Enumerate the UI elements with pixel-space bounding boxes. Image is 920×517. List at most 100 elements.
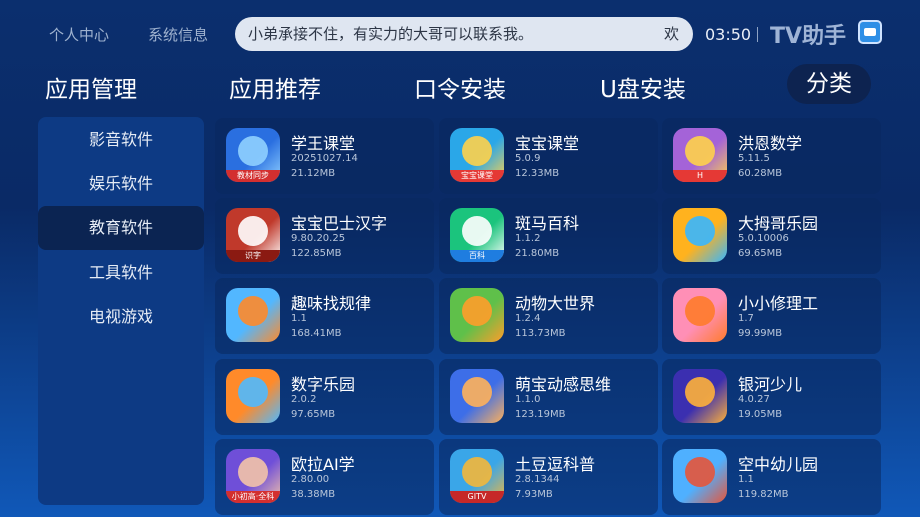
icon-badge-text: 小初高·全科 (226, 491, 280, 503)
icon-badge-text: GITV (450, 491, 504, 503)
lion-icon (450, 288, 504, 342)
app-name: 趣味找规律 (291, 294, 372, 313)
app-name: 数字乐园 (291, 375, 356, 394)
app-size: 12.33MB (515, 168, 560, 179)
sidebar-item-tv-games[interactable]: 电视游戏 (38, 295, 204, 339)
app-version: 1.1 (738, 474, 754, 485)
app-version: 5.0.10006 (738, 233, 789, 244)
top-bar: 个人中心 系统信息 小弟承接不住，有实力的大哥可以联系我。 欢 03:50 TV… (0, 0, 920, 66)
brand-title: TV助手 (770, 24, 847, 49)
app-size: 21.12MB (291, 168, 336, 179)
app-version: 2.8.1344 (515, 474, 560, 485)
tab-app-recommend[interactable]: 应用推荐 (229, 70, 321, 104)
system-info-link[interactable]: 系统信息 (148, 24, 208, 45)
sidebar-item-education[interactable]: 教育软件 (38, 206, 204, 250)
icon-art (685, 216, 715, 246)
monkey-icon (673, 449, 727, 503)
app-card[interactable]: 教材同步 学王课堂 20251027.14 21.12MB (215, 118, 434, 194)
clock: 03:50 (705, 25, 752, 44)
thumb-icon (673, 208, 727, 262)
icon-badge-text: H (673, 170, 727, 182)
tab-category[interactable]: 分类 (787, 64, 871, 104)
personal-center-link[interactable]: 个人中心 (49, 24, 109, 45)
app-version: 1.1 (291, 313, 307, 324)
app-card[interactable]: 百科 斑马百科 1.1.2 21.80MB (439, 198, 658, 274)
app-version: 4.0.27 (738, 394, 770, 405)
app-card[interactable]: 小初高·全科 欧拉AI学 2.80.00 38.38MB (215, 439, 434, 515)
robot-icon: 教材同步 (226, 128, 280, 182)
icon-badge-text: 百科 (450, 250, 504, 262)
app-name: 空中幼儿园 (738, 455, 819, 474)
fox-icon (673, 369, 727, 423)
icon-badge-text: 教材同步 (226, 170, 280, 182)
app-version: 1.1.2 (515, 233, 541, 244)
icon-art (462, 136, 492, 166)
app-size: 69.65MB (738, 248, 783, 259)
app-version: 1.2.4 (515, 313, 541, 324)
icon-art (685, 377, 715, 407)
icon-art (238, 296, 268, 326)
sidebar-item-tools[interactable]: 工具软件 (38, 251, 204, 295)
zebra-icon: 百科 (450, 208, 504, 262)
app-size: 7.93MB (515, 489, 553, 500)
app-card[interactable]: 大拇哥乐园 5.0.10006 69.65MB (662, 198, 881, 274)
app-version: 2.80.00 (291, 474, 330, 485)
number-icon (226, 369, 280, 423)
icon-art (462, 296, 492, 326)
app-name: 动物大世界 (515, 294, 596, 313)
app-name: 欧拉AI学 (291, 455, 355, 474)
icon-art (685, 457, 715, 487)
monkey-icon: H (673, 128, 727, 182)
app-size: 19.05MB (738, 409, 783, 420)
app-size: 122.85MB (291, 248, 342, 259)
car-icon (226, 288, 280, 342)
app-card[interactable]: H 洪恩数学 5.11.5 60.28MB (662, 118, 881, 194)
sidebar-item-entertainment[interactable]: 娱乐软件 (38, 162, 204, 206)
app-name: 银河少儿 (738, 375, 803, 394)
app-size: 123.19MB (515, 409, 566, 420)
icon-art (685, 296, 715, 326)
icon-art (685, 136, 715, 166)
app-version: 2.0.2 (291, 394, 317, 405)
app-size: 97.65MB (291, 409, 336, 420)
icon-art (462, 377, 492, 407)
tab-code-install[interactable]: 口令安装 (414, 70, 506, 104)
app-version: 1.7 (738, 313, 754, 324)
sidebar-item-video[interactable]: 影音软件 (38, 118, 204, 162)
app-name: 学王课堂 (291, 134, 356, 153)
fish-icon: GITV (450, 449, 504, 503)
app-card[interactable]: 动物大世界 1.2.4 113.73MB (439, 278, 658, 354)
child-icon: 宝宝课堂 (450, 128, 504, 182)
notice-text: 小弟承接不住，有实力的大哥可以联系我。 (248, 25, 534, 43)
category-sidebar: 影音软件 娱乐软件 教育软件 工具软件 电视游戏 (38, 117, 204, 505)
app-size: 168.41MB (291, 328, 342, 339)
app-name: 土豆逗科普 (515, 455, 596, 474)
app-card[interactable]: 小小修理工 1.7 99.99MB (662, 278, 881, 354)
tab-usb-install[interactable]: U盘安装 (600, 70, 686, 104)
icon-art (238, 136, 268, 166)
app-card[interactable]: 萌宝动感思维 1.1.0 123.19MB (439, 359, 658, 435)
app-name: 大拇哥乐园 (738, 214, 819, 233)
app-name: 宝宝巴士汉字 (291, 214, 388, 233)
app-name: 洪恩数学 (738, 134, 803, 153)
boy-icon (450, 369, 504, 423)
icon-badge-text: 宝宝课堂 (450, 170, 504, 182)
app-size: 119.82MB (738, 489, 789, 500)
icon-art (462, 457, 492, 487)
notice-marquee: 小弟承接不住，有实力的大哥可以联系我。 欢 (235, 17, 693, 51)
app-version: 9.80.20.25 (291, 233, 346, 244)
app-name: 小小修理工 (738, 294, 819, 313)
girl-icon: 小初高·全科 (226, 449, 280, 503)
icon-art (238, 377, 268, 407)
app-version: 1.1.0 (515, 394, 541, 405)
app-name: 宝宝课堂 (515, 134, 580, 153)
tab-app-manage[interactable]: 应用管理 (45, 70, 137, 104)
app-card[interactable]: 数字乐园 2.0.2 97.65MB (215, 359, 434, 435)
app-card[interactable]: 趣味找规律 1.1 168.41MB (215, 278, 434, 354)
app-card[interactable]: 识字 宝宝巴士汉字 9.80.20.25 122.85MB (215, 198, 434, 274)
app-card[interactable]: 宝宝课堂 宝宝课堂 5.0.9 12.33MB (439, 118, 658, 194)
app-size: 60.28MB (738, 168, 783, 179)
app-card[interactable]: 银河少儿 4.0.27 19.05MB (662, 359, 881, 435)
app-card[interactable]: 空中幼儿园 1.1 119.82MB (662, 439, 881, 515)
app-card[interactable]: GITV 土豆逗科普 2.8.1344 7.93MB (439, 439, 658, 515)
